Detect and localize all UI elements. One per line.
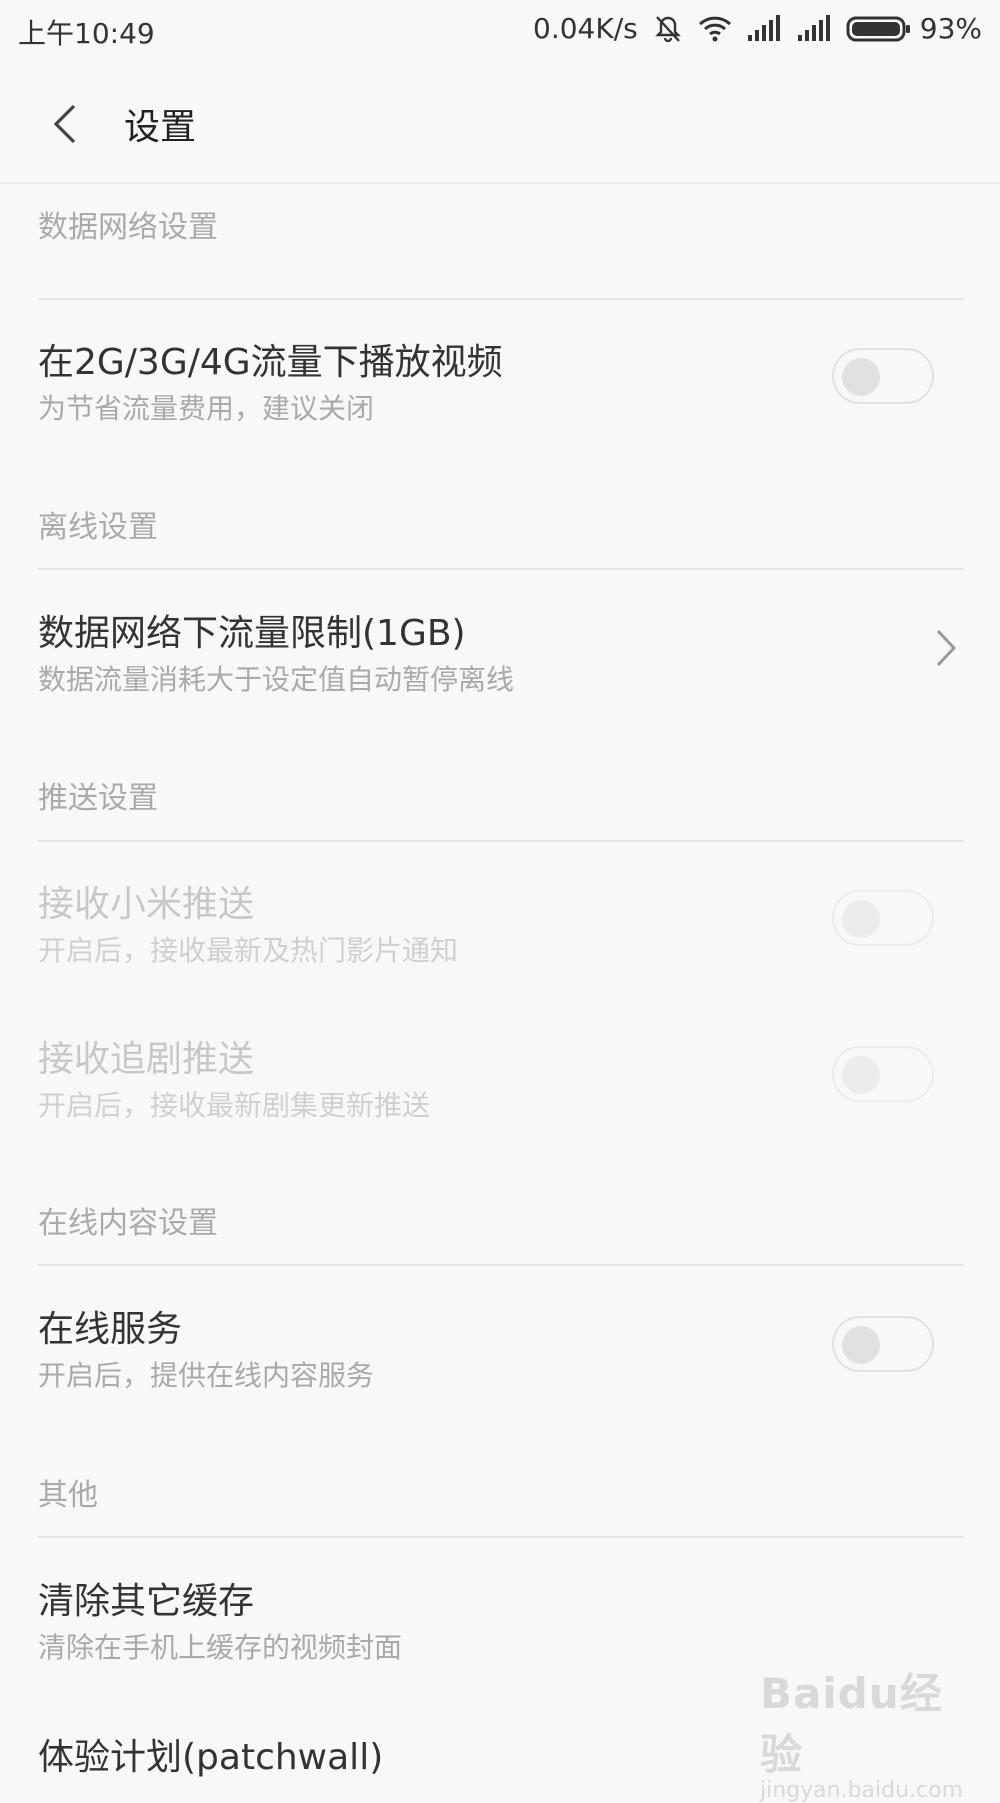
- status-bar: 上午10:49 0.04K/s 93%: [0, 0, 1000, 56]
- setting-subtitle: 开启后，接收最新剧集更新推送: [38, 1089, 431, 1122]
- online-service-toggle[interactable]: [832, 1316, 934, 1372]
- baidu-watermark: Baidu经验 jingyan.baidu.com: [760, 1660, 970, 1803]
- divider: [38, 1536, 964, 1538]
- play-video-toggle[interactable]: [832, 348, 934, 404]
- divider: [38, 1264, 964, 1266]
- xiaomi-push-toggle[interactable]: [832, 890, 934, 946]
- toggle-knob: [842, 358, 880, 396]
- back-arrow-icon: [53, 104, 76, 144]
- setting-title: 接收追剧推送: [38, 1039, 255, 1080]
- section-title-other: 其他: [38, 1478, 98, 1513]
- setting-subtitle: 清除在手机上缓存的视频封面: [38, 1631, 403, 1664]
- status-icons: 0.04K/s 93%: [533, 12, 982, 45]
- section-title-online: 在线内容设置: [38, 1206, 218, 1241]
- battery-percent: 93%: [919, 12, 982, 45]
- setting-subtitle: 开启后，提供在线内容服务: [38, 1359, 375, 1392]
- setting-subtitle: 开启后，接收最新及热门影片通知: [38, 934, 459, 967]
- setting-title: 接收小米推送: [38, 884, 255, 925]
- watermark-url: jingyan.baidu.com: [760, 1778, 964, 1803]
- toggle-knob: [842, 900, 880, 938]
- signal-icon-2: [797, 14, 830, 41]
- watermark-logo: Baidu经验: [760, 1669, 943, 1779]
- toggle-knob: [842, 1326, 880, 1364]
- toggle-knob: [842, 1056, 880, 1094]
- setting-subtitle: 数据流量消耗大于设定值自动暂停离线: [38, 663, 515, 696]
- setting-title: 数据网络下流量限制(1GB): [38, 613, 466, 654]
- divider: [38, 840, 964, 842]
- setting-title: 体验计划(patchwall): [38, 1737, 384, 1778]
- battery: 93%: [846, 12, 982, 45]
- section-title-data-network: 数据网络设置: [38, 210, 218, 245]
- section-title-push: 推送设置: [38, 781, 158, 816]
- chevron-right-icon: [936, 629, 957, 667]
- app-header: 设置: [0, 60, 1000, 184]
- page-title: 设置: [124, 107, 197, 148]
- back-button[interactable]: [40, 96, 100, 156]
- signal-icon: [747, 14, 780, 41]
- setting-title: 在2G/3G/4G流量下播放视频: [38, 342, 503, 383]
- setting-subtitle: 为节省流量费用，建议关闭: [38, 392, 375, 425]
- follow-push-toggle[interactable]: [832, 1046, 934, 1102]
- net-speed: 0.04K/s: [533, 12, 638, 45]
- bell-off-icon: [654, 15, 681, 42]
- wifi-icon: [698, 16, 731, 41]
- battery-icon: [846, 16, 910, 41]
- setting-title: 在线服务: [38, 1309, 183, 1350]
- status-time: 上午10:49: [18, 17, 155, 50]
- section-title-offline: 离线设置: [38, 510, 158, 545]
- divider: [38, 298, 964, 300]
- setting-title: 清除其它缓存: [38, 1581, 255, 1622]
- divider: [38, 568, 964, 570]
